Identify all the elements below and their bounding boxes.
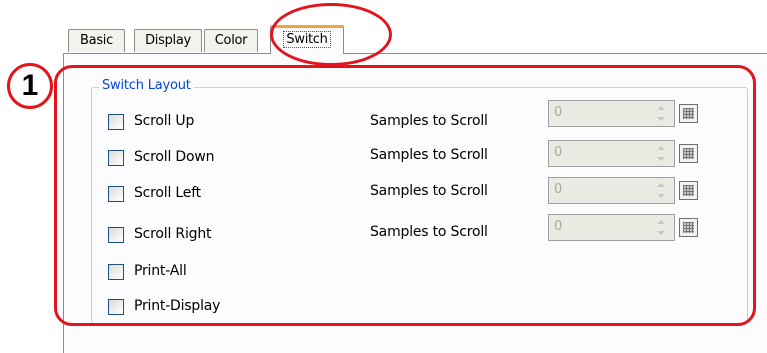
annotation-ellipse <box>270 3 392 66</box>
annotation-rectangle <box>54 65 756 326</box>
tab-basic-label: Basic <box>80 33 113 48</box>
tab-display[interactable]: Display <box>134 29 202 52</box>
tab-basic[interactable]: Basic <box>68 29 125 52</box>
tab-color-label: Color <box>214 33 248 48</box>
annotation-badge: 1 <box>7 63 53 109</box>
tab-color[interactable]: Color <box>204 29 258 52</box>
tab-display-label: Display <box>145 33 191 48</box>
